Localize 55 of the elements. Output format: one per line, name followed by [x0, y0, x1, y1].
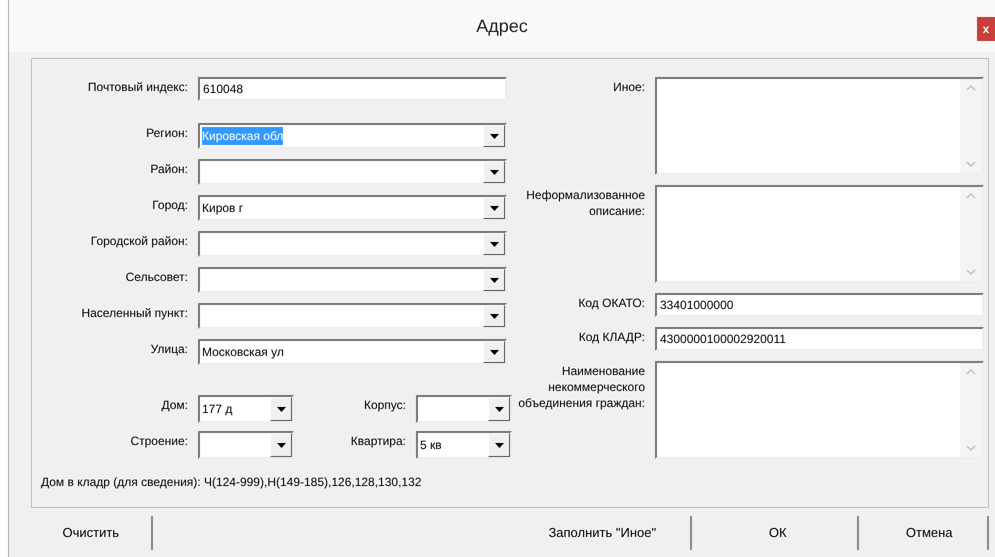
kladr-note: Дом в кладр (для сведения): Ч(124-999),Н(149-185),126,128,130,132	[40, 474, 422, 491]
input-field[interactable]: 33401000000	[655, 293, 984, 317]
combo-box[interactable]: 177 д	[198, 395, 294, 423]
combo-box[interactable]	[198, 303, 507, 329]
field-label: Населенный пункт:	[80, 305, 188, 321]
caret-icon	[276, 406, 286, 412]
field-label: Сельсовет:	[124, 269, 188, 285]
caret-icon	[494, 406, 504, 412]
field-label: Неформализованное описание:	[525, 187, 645, 219]
combo-box[interactable]	[198, 431, 294, 459]
combo-box[interactable]: Московская ул	[198, 339, 507, 365]
dropdown-button[interactable]	[483, 161, 505, 183]
caret-icon	[276, 442, 286, 448]
field-label: Наименование некоммерческого объединения граждан:	[517, 363, 645, 411]
input-field[interactable]: 610048	[198, 77, 507, 101]
field-label: Код КЛАДР:	[578, 329, 645, 345]
caret-icon	[490, 134, 498, 138]
caret-icon	[490, 350, 498, 354]
dropdown-button[interactable]	[483, 233, 505, 255]
field-label: Почтовый индекс:	[86, 79, 188, 95]
caret-icon	[490, 314, 498, 318]
field-label: Квартира:	[350, 433, 406, 450]
field-label: Регион:	[145, 125, 188, 141]
caret-icon	[490, 206, 498, 210]
combo-box[interactable]: 5 кв	[416, 431, 512, 459]
combo-box[interactable]	[198, 267, 507, 293]
field-label: Код ОКАТО:	[577, 295, 645, 311]
combo-box[interactable]	[198, 231, 507, 257]
dropdown-button[interactable]	[488, 433, 510, 457]
field-label: Улица:	[150, 341, 188, 357]
combo-box[interactable]	[198, 159, 507, 185]
caret-icon	[490, 278, 498, 282]
dropdown-button[interactable]	[483, 269, 505, 291]
caret-icon	[490, 170, 498, 174]
caret-icon	[494, 442, 504, 448]
dropdown-button[interactable]	[483, 305, 505, 327]
field-label: Район:	[149, 161, 188, 177]
dropdown-button[interactable]	[483, 125, 505, 147]
field-label: Дом:	[160, 397, 188, 414]
input-field[interactable]: 4300000100002920011	[655, 327, 984, 351]
field-label: Город:	[151, 197, 188, 213]
dropdown-button[interactable]	[483, 197, 505, 219]
field-label: Городской район:	[90, 233, 188, 249]
field-label: Корпус:	[362, 397, 406, 414]
dropdown-button[interactable]	[270, 397, 292, 421]
field-label: Строение:	[129, 433, 188, 450]
combo-box[interactable]	[416, 395, 512, 423]
close-button[interactable]: x	[977, 17, 995, 41]
dropdown-button[interactable]	[270, 433, 292, 457]
window-title: Адрес	[476, 14, 528, 38]
dropdown-button[interactable]	[488, 397, 510, 421]
combo-box[interactable]: Киров г	[198, 195, 507, 221]
dropdown-button[interactable]	[483, 341, 505, 363]
caret-icon	[490, 242, 498, 246]
field-label: Иное:	[612, 79, 645, 95]
